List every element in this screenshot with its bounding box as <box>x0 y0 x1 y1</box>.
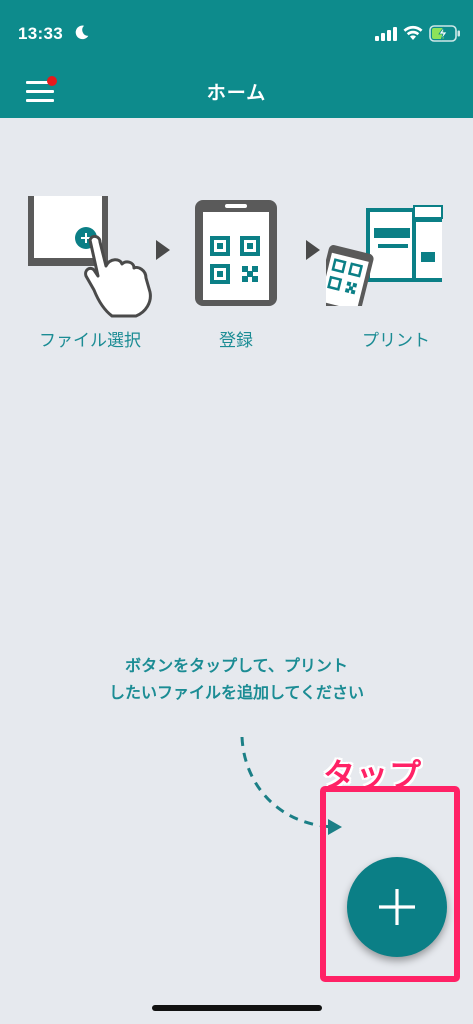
add-file-button[interactable] <box>347 857 447 957</box>
step-arrow <box>156 240 170 260</box>
hint-text: ボタンをタップして、プリント したいファイルを追加してください <box>0 652 473 706</box>
step-arrow <box>306 240 320 260</box>
app-header: ホーム <box>0 60 473 118</box>
page-title: ホーム <box>206 82 267 104</box>
status-time: 13:33 <box>18 24 63 43</box>
plus-icon <box>379 889 415 925</box>
phone-qr-icon <box>195 200 277 306</box>
step-label-print: プリント <box>362 331 430 351</box>
hint-line-1: ボタンをタップして、プリント <box>125 656 348 675</box>
step-label-file-select: ファイル選択 <box>39 331 141 351</box>
tablet-tap-add-icon <box>28 196 152 318</box>
cellular-signal-icon <box>375 27 397 41</box>
wifi-icon <box>403 25 423 40</box>
moon-icon <box>75 25 89 40</box>
home-indicator[interactable] <box>152 1005 322 1011</box>
printer-qr-icon <box>326 205 443 306</box>
step-label-register: 登録 <box>219 331 253 351</box>
status-bar: 13:33 <box>0 0 473 60</box>
battery-charging-icon <box>429 25 460 42</box>
hint-line-2: したいファイルを追加してください <box>108 683 365 702</box>
